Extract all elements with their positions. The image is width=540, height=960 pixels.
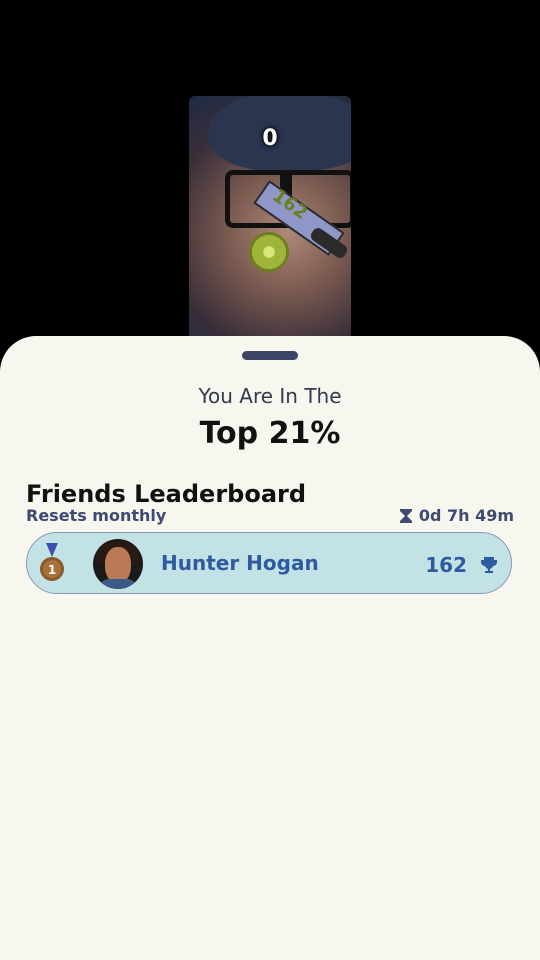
- drag-handle[interactable]: [242, 351, 298, 360]
- game-score: 0: [262, 126, 278, 151]
- trophy-icon: [481, 557, 497, 573]
- rank-intro: You Are In The: [198, 384, 342, 408]
- leaderboard-row[interactable]: 1 Hunter Hogan 162: [26, 532, 512, 594]
- player-score: 162: [425, 553, 467, 577]
- leaderboard-subtitle: Resets monthly: [26, 506, 167, 525]
- rank-percentile: Top 21%: [199, 416, 341, 451]
- game-preview: 162 0: [189, 96, 351, 346]
- timer-text: 0d 7h 49m: [418, 506, 514, 525]
- rank-number: 1: [48, 563, 56, 577]
- reset-timer: 0d 7h 49m: [399, 506, 514, 525]
- hourglass-icon: [399, 508, 412, 523]
- kiwi-fruit: [249, 232, 289, 272]
- leaderboard-title: Friends Leaderboard: [26, 480, 307, 508]
- player-name: Hunter Hogan: [161, 551, 319, 575]
- results-sheet: You Are In The Top 21% Friends Leaderboa…: [0, 336, 540, 960]
- medal-icon: 1: [40, 543, 64, 581]
- avatar: [93, 539, 143, 589]
